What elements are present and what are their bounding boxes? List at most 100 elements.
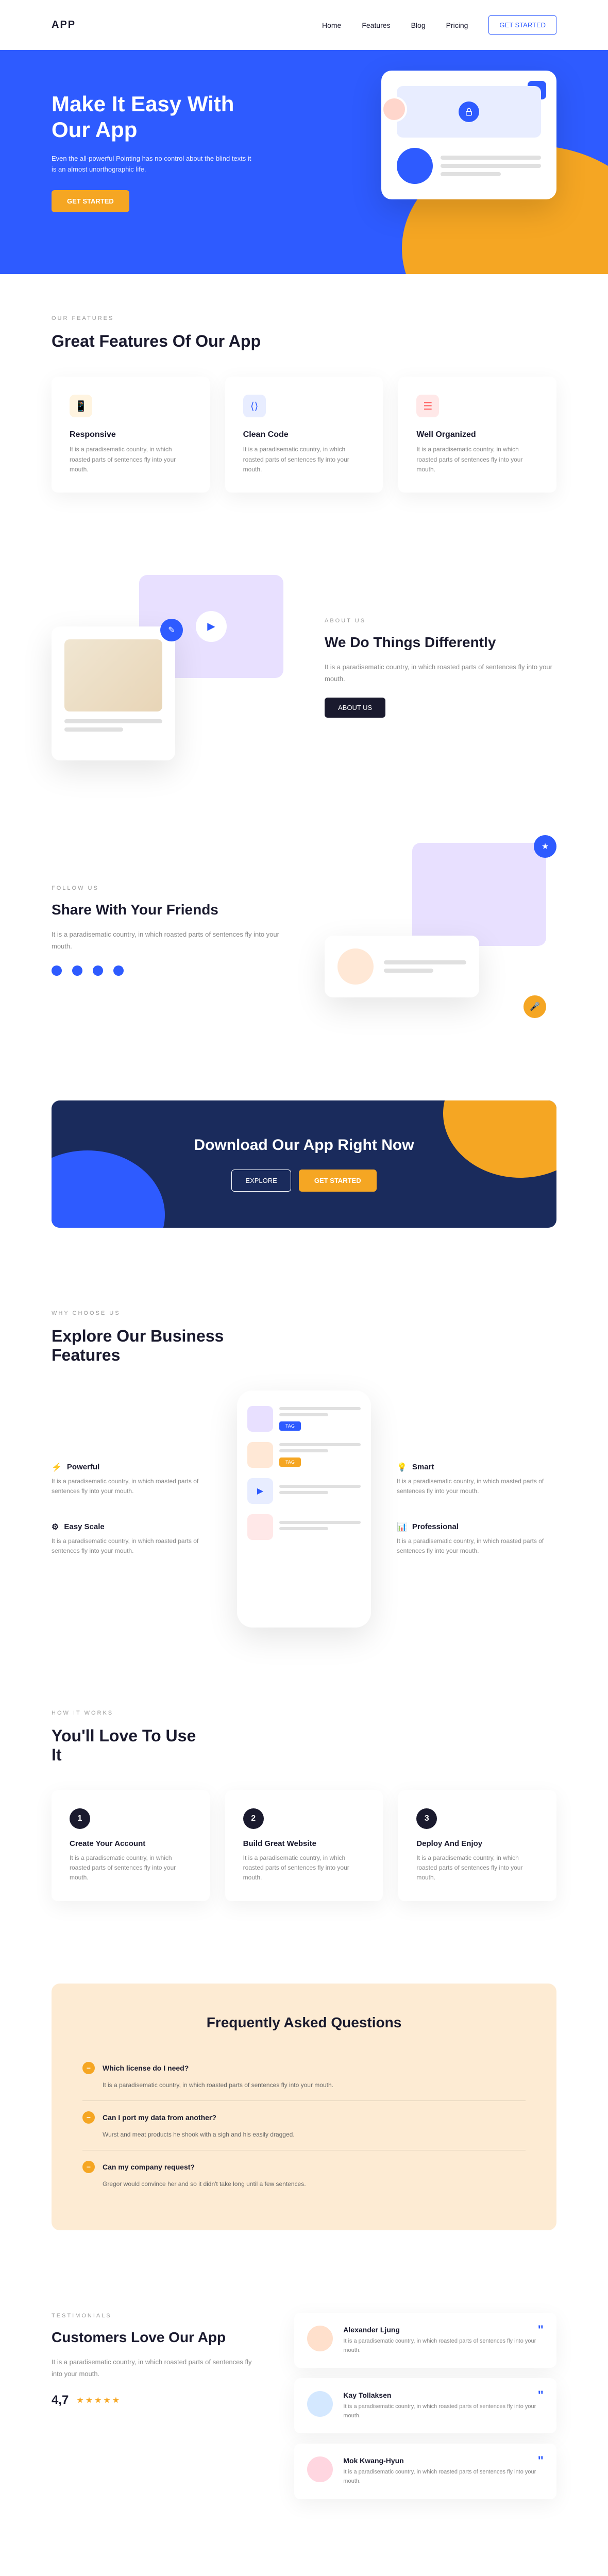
quote-icon: " [538, 2323, 544, 2337]
avatar-icon [307, 2456, 333, 2482]
testimonials-desc: It is a paradisematic country, in which … [52, 2356, 253, 2380]
about-label: ABOUT US [325, 618, 556, 624]
testimonials-section: TESTIMONIALS Customers Love Our App It i… [0, 2272, 608, 2540]
lock-icon [459, 101, 479, 122]
layers-icon: ☰ [416, 395, 439, 417]
feature-title: Well Organized [416, 430, 538, 439]
feature-card-organized: ☰ Well Organized It is a paradisematic c… [398, 377, 556, 493]
hero-desc: Even the all-powerful Pointing has no co… [52, 154, 258, 175]
step-number: 1 [70, 1808, 90, 1829]
share-title: Share With Your Friends [52, 902, 283, 918]
nav-blog[interactable]: Blog [411, 21, 426, 29]
faq-item[interactable]: −Which license do I need? It is a paradi… [82, 2052, 526, 2101]
twitter-icon[interactable] [72, 965, 82, 976]
code-icon: ⟨⟩ [243, 395, 266, 417]
step-number: 3 [416, 1808, 437, 1829]
main-nav: Home Features Blog Pricing GET STARTED [322, 15, 556, 35]
linkedin-icon[interactable] [113, 965, 124, 976]
steps-section: HOW IT WORKS You'll Love To Use It 1 Cre… [0, 1669, 608, 1942]
facebook-icon[interactable] [52, 965, 62, 976]
lightning-icon: ⚡ [52, 1462, 62, 1472]
gear-icon: ⚙ [52, 1522, 59, 1532]
biz-item-scale: ⚙Easy Scale It is a paradisematic countr… [52, 1522, 211, 1556]
play-icon[interactable]: ▶ [196, 611, 227, 642]
quote-icon: " [538, 2454, 544, 2468]
logo[interactable]: APP [52, 19, 76, 31]
share-section: FOLLOW US Share With Your Friends It is … [0, 802, 608, 1059]
hero-mockup [381, 71, 556, 199]
share-label: FOLLOW US [52, 885, 283, 891]
testimonial-card: Mok Kwang-HyunIt is a paradisematic coun… [294, 2444, 556, 2499]
faq-title: Frequently Asked Questions [82, 2014, 526, 2031]
star-icon: ★ [534, 835, 556, 858]
features-section: OUR FEATURES Great Features Of Our App 📱… [0, 274, 608, 534]
feature-desc: It is a paradisematic country, in which … [243, 445, 365, 474]
features-label: OUR FEATURES [52, 315, 556, 321]
steps-label: HOW IT WORKS [52, 1710, 556, 1716]
step-card-3: 3 Deploy And Enjoy It is a paradisematic… [398, 1790, 556, 1901]
pencil-icon: ✎ [160, 619, 183, 641]
minus-icon: − [82, 2161, 95, 2173]
download-title: Download Our App Right Now [82, 1137, 526, 1154]
business-label: WHY CHOOSE US [52, 1310, 556, 1316]
quote-icon: " [538, 2388, 544, 2403]
stars-icon: ★★★★★ [76, 2395, 121, 2405]
pricing-section: PRICING PLANS Our Flexible App Price $9 … [0, 2540, 608, 2576]
business-title: Explore Our Business Features [52, 1327, 258, 1365]
about-cta-button[interactable]: ABOUT US [325, 698, 385, 718]
testimonial-card: Kay TollaksenIt is a paradisematic count… [294, 2378, 556, 2433]
download-section: Download Our App Right Now EXPLORE GET S… [0, 1059, 608, 1269]
circle-icon [397, 148, 433, 184]
steps-title: You'll Love To Use It [52, 1726, 206, 1765]
feature-desc: It is a paradisematic country, in which … [70, 445, 192, 474]
share-desc: It is a paradisematic country, in which … [52, 928, 283, 953]
bulb-icon: 💡 [397, 1462, 407, 1472]
step-card-2: 2 Build Great Website It is a paradisema… [225, 1790, 383, 1901]
feature-title: Responsive [70, 430, 192, 439]
chart-icon: 📊 [397, 1522, 407, 1532]
minus-icon: − [82, 2111, 95, 2124]
hero-cta-button[interactable]: GET STARTED [52, 190, 129, 212]
rating-value: 4,7 [52, 2393, 69, 2408]
share-image: ★ 🎤 [325, 843, 556, 1018]
explore-button[interactable]: EXPLORE [231, 1170, 291, 1192]
testimonials-title: Customers Love Our App [52, 2329, 253, 2346]
about-title: We Do Things Differently [325, 634, 556, 651]
feature-title: Clean Code [243, 430, 365, 439]
feature-desc: It is a paradisematic country, in which … [416, 445, 538, 474]
step-number: 2 [243, 1808, 264, 1829]
about-section: ▶ ✎ ABOUT US We Do Things Differently It… [0, 534, 608, 802]
biz-item-smart: 💡Smart It is a paradisematic country, in… [397, 1462, 556, 1496]
step-card-1: 1 Create Your Account It is a paradisema… [52, 1790, 210, 1901]
faq-item[interactable]: −Can my company request? Gregor would co… [82, 2150, 526, 2199]
download-cta-button[interactable]: GET STARTED [299, 1170, 377, 1192]
nav-cta-button[interactable]: GET STARTED [488, 15, 556, 35]
testimonial-card: Alexander LjungIt is a paradisematic cou… [294, 2313, 556, 2368]
responsive-icon: 📱 [70, 395, 92, 417]
biz-item-powerful: ⚡Powerful It is a paradisematic country,… [52, 1462, 211, 1496]
avatar-icon [307, 2391, 333, 2417]
avatar-icon [307, 2326, 333, 2351]
faq-section: Frequently Asked Questions −Which licens… [0, 1942, 608, 2272]
feature-card-clean: ⟨⟩ Clean Code It is a paradisematic coun… [225, 377, 383, 493]
business-phone-mockup: TAG TAG ▶ [237, 1391, 371, 1628]
feature-card-responsive: 📱 Responsive It is a paradisematic count… [52, 377, 210, 493]
biz-item-professional: 📊Professional It is a paradisematic coun… [397, 1522, 556, 1556]
minus-icon: − [82, 2062, 95, 2074]
hero-title: Make It Easy With Our App [52, 91, 258, 143]
nav-home[interactable]: Home [322, 21, 341, 29]
about-image: ▶ ✎ [52, 575, 283, 760]
faq-item[interactable]: −Can I port my data from another? Wurst … [82, 2101, 526, 2150]
nav-pricing[interactable]: Pricing [446, 21, 468, 29]
about-desc: It is a paradisematic country, in which … [325, 661, 556, 685]
hero-section: Make It Easy With Our App Even the all-p… [0, 50, 608, 274]
business-section: WHY CHOOSE US Explore Our Business Featu… [0, 1269, 608, 1669]
features-title: Great Features Of Our App [52, 332, 556, 351]
profile-avatar [337, 948, 374, 985]
instagram-icon[interactable] [93, 965, 103, 976]
testimonials-label: TESTIMONIALS [52, 2313, 253, 2319]
avatar-icon [381, 96, 407, 122]
header: APP Home Features Blog Pricing GET START… [0, 0, 608, 50]
nav-features[interactable]: Features [362, 21, 390, 29]
mic-icon: 🎤 [523, 995, 546, 1018]
